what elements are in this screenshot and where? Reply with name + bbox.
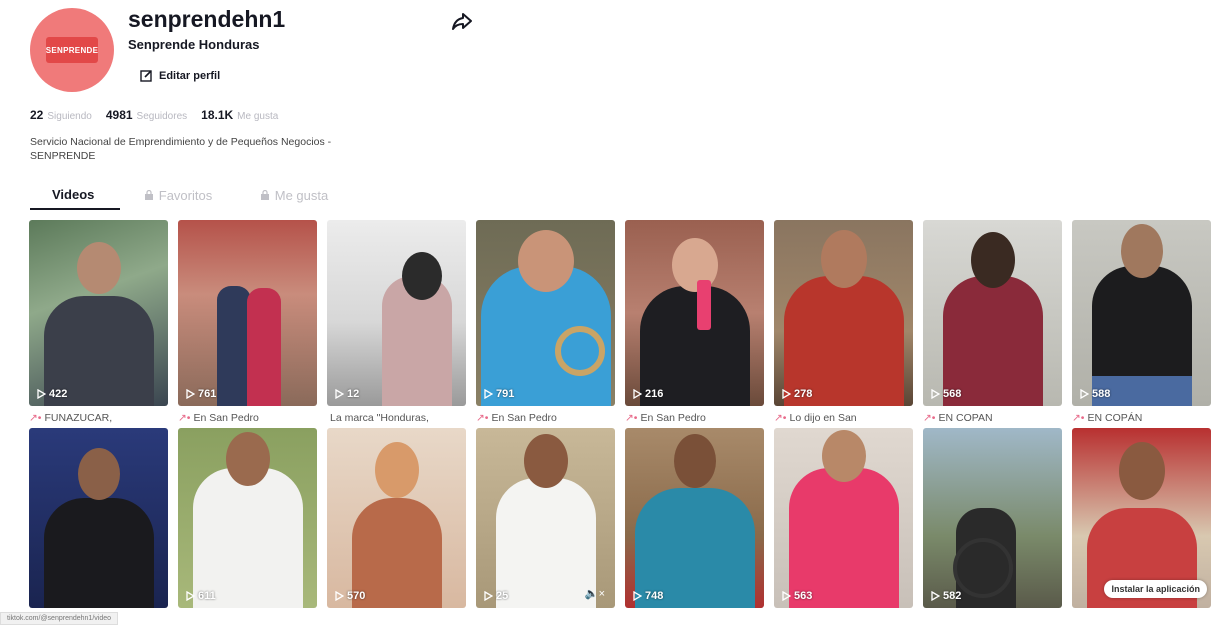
stat-following[interactable]: 22 Siguiendo: [30, 108, 92, 122]
video-item[interactable]: 216 ↗• En San Pedro: [625, 220, 764, 428]
view-count: 568: [931, 388, 961, 400]
video-caption: ↗• EN COPAN: [923, 412, 993, 424]
stat-likes: 18.1K Me gusta: [201, 108, 278, 122]
username: senprendehn1: [128, 6, 286, 32]
status-url: tiktok.com/@senprendehn1/video: [0, 612, 118, 625]
followers-label: Seguidores: [136, 111, 188, 122]
video-item[interactable]: 611: [178, 428, 317, 608]
video-item[interactable]: Instalar la aplicación: [1072, 428, 1211, 608]
view-count: 216: [633, 388, 663, 400]
profile-stats: 22 Siguiendo 4981 Seguidores 18.1K Me gusta: [30, 108, 278, 122]
video-thumbnail: 588: [1072, 220, 1211, 406]
view-count: 791: [484, 388, 514, 400]
lock-icon: [144, 190, 153, 200]
video-item[interactable]: 582: [923, 428, 1062, 608]
tab-videos[interactable]: Videos: [30, 180, 120, 210]
avatar-logo: SENPRENDE: [46, 37, 98, 63]
video-caption: La marca "Honduras,: [330, 412, 429, 424]
tab-favorites-label: Favoritos: [158, 187, 213, 203]
video-thumbnail: 422: [29, 220, 168, 406]
video-item[interactable]: 791 ↗• En San Pedro: [476, 220, 615, 428]
view-count: 761: [186, 388, 216, 400]
view-count: 582: [931, 590, 961, 602]
video-caption: ↗• En San Pedro: [178, 412, 259, 424]
likes-label: Me gusta: [237, 111, 279, 122]
following-label: Siguiendo: [47, 111, 92, 122]
view-count: 570: [335, 590, 365, 602]
video-item[interactable]: 748: [625, 428, 764, 608]
stat-followers[interactable]: 4981 Seguidores: [106, 108, 187, 122]
lock-icon: [260, 190, 269, 200]
video-thumbnail: 563: [774, 428, 913, 608]
edit-profile-button[interactable]: Editar perfil: [140, 69, 220, 82]
followers-count: 4981: [105, 108, 133, 122]
video-thumbnail: 748: [625, 428, 764, 608]
share-button[interactable]: [451, 11, 473, 31]
bio: Servicio Nacional de Emprendimiento y de…: [30, 136, 332, 162]
video-thumbnail: 791: [476, 220, 615, 406]
view-count: 588: [1080, 388, 1110, 400]
video-item[interactable]: 761 ↗• En San Pedro: [178, 220, 317, 428]
view-count: 278: [782, 388, 812, 400]
video-item[interactable]: 12 La marca "Honduras,: [327, 220, 466, 428]
edit-profile-label: Editar perfil: [159, 69, 221, 82]
view-count: 748: [633, 590, 663, 602]
profile-tabs: Videos Favoritos Me gusta: [30, 180, 352, 210]
tab-favorites[interactable]: Favoritos: [120, 180, 236, 210]
video-thumbnail: 278: [774, 220, 913, 406]
video-item[interactable]: 563: [774, 428, 913, 608]
video-thumbnail: 761: [178, 220, 317, 406]
view-count: 25: [484, 590, 508, 602]
tab-videos-label: Videos: [52, 186, 95, 202]
video-thumbnail: 582: [923, 428, 1062, 608]
avatar[interactable]: SENPRENDE: [30, 8, 114, 92]
video-thumbnail: 12: [327, 220, 466, 406]
video-thumbnail: Instalar la aplicación: [1072, 428, 1211, 608]
view-count: 12: [335, 388, 359, 400]
tab-liked-label: Me gusta: [274, 187, 329, 203]
install-app-button[interactable]: Instalar la aplicación: [1104, 580, 1207, 598]
video-thumbnail: 568: [923, 220, 1062, 406]
video-thumbnail: 25 🔈×: [476, 428, 615, 608]
video-item[interactable]: 588 ↗• EN COPÁN: [1072, 220, 1211, 428]
share-arrow-icon: [452, 13, 472, 30]
video-thumbnail: 216: [625, 220, 764, 406]
nickname: Senprende Honduras: [128, 37, 260, 52]
video-caption: ↗• En San Pedro: [625, 412, 706, 424]
video-thumbnail: 611: [178, 428, 317, 608]
video-caption: ↗• EN COPÁN: [1072, 412, 1143, 424]
video-item[interactable]: 278 ↗• Lo dijo en San: [774, 220, 913, 428]
edit-icon: [140, 70, 152, 82]
following-count: 22: [30, 108, 44, 122]
video-thumbnail: [29, 428, 168, 608]
video-caption: ↗• FUNAZUCAR,: [29, 412, 113, 424]
likes-count: 18.1K: [201, 108, 234, 122]
view-count: 611: [186, 590, 216, 602]
video-item[interactable]: 568 ↗• EN COPAN: [923, 220, 1062, 428]
mute-icon[interactable]: 🔈×: [585, 587, 605, 600]
video-caption: ↗• En San Pedro: [476, 412, 557, 424]
video-item[interactable]: 422 ↗• FUNAZUCAR,: [29, 220, 168, 428]
view-count: 422: [37, 388, 67, 400]
video-thumbnail: 570: [327, 428, 466, 608]
tab-liked[interactable]: Me gusta: [236, 180, 352, 210]
video-item[interactable]: [29, 428, 168, 608]
video-item[interactable]: 570: [327, 428, 466, 608]
video-item[interactable]: 25 🔈×: [476, 428, 615, 608]
view-count: 563: [782, 590, 812, 602]
video-grid: 422 ↗• FUNAZUCAR, 761 ↗• En San Pedro 12 L…: [29, 220, 1211, 608]
video-caption: ↗• Lo dijo en San: [774, 412, 857, 424]
